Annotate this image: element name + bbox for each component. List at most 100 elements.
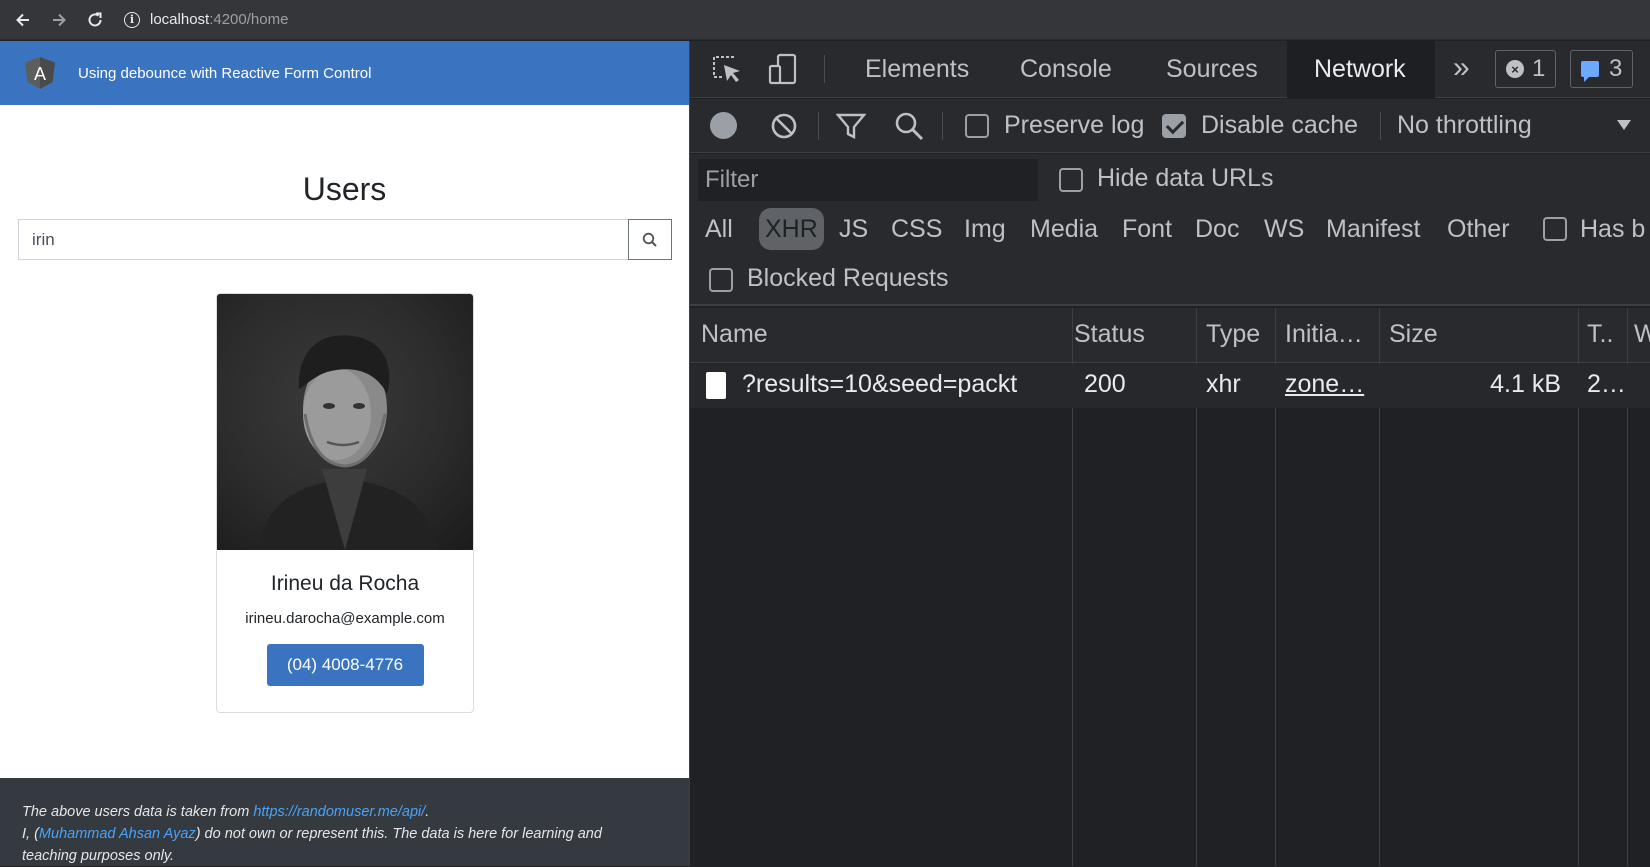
request-size: 4.1 kB	[1490, 370, 1561, 398]
column-header-status[interactable]: Status	[1074, 320, 1145, 349]
forward-button[interactable]	[46, 7, 72, 33]
devtools-panel: Elements Console Sources Network » × 1 3 …	[690, 41, 1650, 866]
footer-line-2: I, (Muhammad Ahsan Ayaz) do not own or r…	[22, 823, 689, 845]
preserve-log-label: Preserve log	[1004, 111, 1145, 139]
type-filter-js[interactable]: JS	[839, 208, 868, 250]
footer-line-3: teaching purposes only.	[22, 848, 175, 864]
request-status: 200	[1084, 370, 1126, 398]
type-filter-all[interactable]: All	[705, 208, 733, 250]
tab-console[interactable]: Console	[1020, 55, 1112, 84]
inspect-element-icon[interactable]	[708, 51, 744, 87]
app-title: Using debounce with Reactive Form Contro…	[78, 64, 372, 82]
back-button[interactable]	[10, 7, 36, 33]
footer-text: The above users data is taken from	[22, 804, 254, 820]
column-header-name[interactable]: Name	[701, 320, 768, 349]
disable-cache-label: Disable cache	[1201, 111, 1359, 139]
type-filter-doc[interactable]: Doc	[1195, 208, 1239, 250]
arrow-left-icon	[16, 13, 29, 26]
column-header-size[interactable]: Size	[1389, 320, 1438, 349]
type-filter-font[interactable]: Font	[1122, 208, 1172, 250]
preserve-log-checkbox[interactable]	[965, 114, 989, 138]
filter-bar: Hide data URLs All XHR JS CSS Img Media …	[690, 154, 1650, 306]
search-bar	[18, 219, 672, 260]
search-button[interactable]	[628, 219, 672, 260]
type-filter-ws[interactable]: WS	[1264, 208, 1304, 250]
filter-icon[interactable]	[836, 112, 866, 140]
logo-letter: A	[34, 64, 46, 84]
divider	[818, 112, 819, 140]
tab-sources[interactable]: Sources	[1166, 55, 1258, 84]
user-card: Irineu da Rocha irineu.darocha@example.c…	[216, 293, 474, 713]
device-toolbar-icon[interactable]	[765, 51, 801, 87]
disable-cache-checkbox[interactable]	[1162, 114, 1186, 138]
filter-input[interactable]	[698, 159, 1038, 201]
type-filter-manifest[interactable]: Manifest	[1326, 208, 1420, 250]
page-footer: The above users data is taken from https…	[0, 778, 689, 866]
chevron-down-icon[interactable]	[1616, 119, 1632, 131]
user-photo	[217, 294, 473, 550]
app-header: A Using debounce with Reactive Form Cont…	[0, 41, 689, 105]
error-badge[interactable]: × 1	[1495, 50, 1557, 88]
table-header: Name Status Type Initia… Size T.. W	[690, 308, 1650, 363]
divider	[824, 55, 825, 83]
info-icon[interactable]: i	[124, 11, 140, 28]
throttling-select[interactable]: No throttling	[1397, 111, 1532, 140]
divider	[942, 112, 943, 140]
blocked-requests-checkbox[interactable]	[709, 268, 733, 292]
url-path: :4200/home	[209, 11, 289, 28]
error-icon: ×	[1506, 60, 1524, 78]
hide-data-urls-label: Hide data URLs	[1097, 164, 1274, 192]
reload-button[interactable]	[82, 7, 108, 33]
more-tabs-icon[interactable]: »	[1453, 51, 1470, 85]
page-title: Users	[302, 171, 387, 207]
blocked-requests-label: Blocked Requests	[747, 264, 949, 292]
type-filter-other[interactable]: Other	[1447, 208, 1510, 250]
search-input[interactable]	[18, 219, 628, 260]
column-header-time[interactable]: T..	[1587, 320, 1613, 349]
tab-elements[interactable]: Elements	[865, 55, 969, 84]
request-type: xhr	[1206, 370, 1241, 398]
address-bar[interactable]: i localhost:4200/home	[124, 5, 288, 35]
app-page: A Using debounce with Reactive Form Cont…	[0, 41, 689, 866]
randomuser-link[interactable]: https://randomuser.me/api/	[253, 804, 425, 820]
column-header-waterfall[interactable]: W	[1634, 320, 1650, 349]
message-badge[interactable]: 3	[1570, 50, 1634, 88]
arrow-right-icon	[53, 13, 66, 26]
request-initiator-link[interactable]: zone…	[1285, 370, 1364, 399]
user-portrait-image	[257, 335, 439, 550]
record-button[interactable]	[710, 112, 737, 139]
user-name: Irineu da Rocha	[270, 572, 420, 595]
network-toolbar: Preserve log Disable cache No throttling	[690, 99, 1650, 153]
phone-button[interactable]: (04) 4008-4776	[266, 644, 424, 686]
has-blocked-cookies-label: Has b	[1580, 215, 1646, 243]
footer-line-1: The above users data is taken from https…	[22, 801, 689, 823]
user-email: irineu.darocha@example.com	[245, 610, 445, 627]
search-icon[interactable]	[894, 111, 924, 141]
angular-logo-icon: A	[25, 57, 55, 89]
type-filter-img[interactable]: Img	[964, 208, 1006, 250]
document-icon	[706, 372, 726, 399]
type-filter-media[interactable]: Media	[1030, 208, 1098, 250]
message-icon	[1581, 61, 1599, 82]
clear-icon[interactable]	[770, 112, 798, 140]
has-blocked-cookies-checkbox[interactable]	[1543, 217, 1567, 241]
browser-toolbar: i localhost:4200/home	[0, 0, 1650, 40]
reload-icon	[88, 12, 102, 26]
error-count: 1	[1532, 55, 1546, 82]
author-link[interactable]: Muhammad Ahsan Ayaz	[39, 826, 196, 842]
type-filter-xhr[interactable]: XHR	[759, 208, 824, 250]
tab-network[interactable]: Network	[1314, 55, 1406, 84]
column-header-initiator[interactable]: Initia…	[1285, 320, 1363, 349]
devtools-tabbar: Elements Console Sources Network » × 1 3	[690, 41, 1650, 98]
search-icon	[642, 232, 657, 247]
column-header-type[interactable]: Type	[1206, 320, 1260, 349]
message-count: 3	[1609, 55, 1623, 82]
table-row[interactable]: ?results=10&seed=packt 200 xhr zone… 4.1…	[690, 364, 1650, 408]
network-request-table: Name Status Type Initia… Size T.. W ?res…	[690, 308, 1650, 866]
url-host: localhost	[150, 11, 210, 28]
footer-text: .	[425, 804, 430, 820]
request-name: ?results=10&seed=packt	[742, 370, 1018, 398]
divider	[1380, 112, 1381, 140]
type-filter-css[interactable]: CSS	[891, 208, 942, 250]
hide-data-urls-checkbox[interactable]	[1059, 168, 1083, 192]
